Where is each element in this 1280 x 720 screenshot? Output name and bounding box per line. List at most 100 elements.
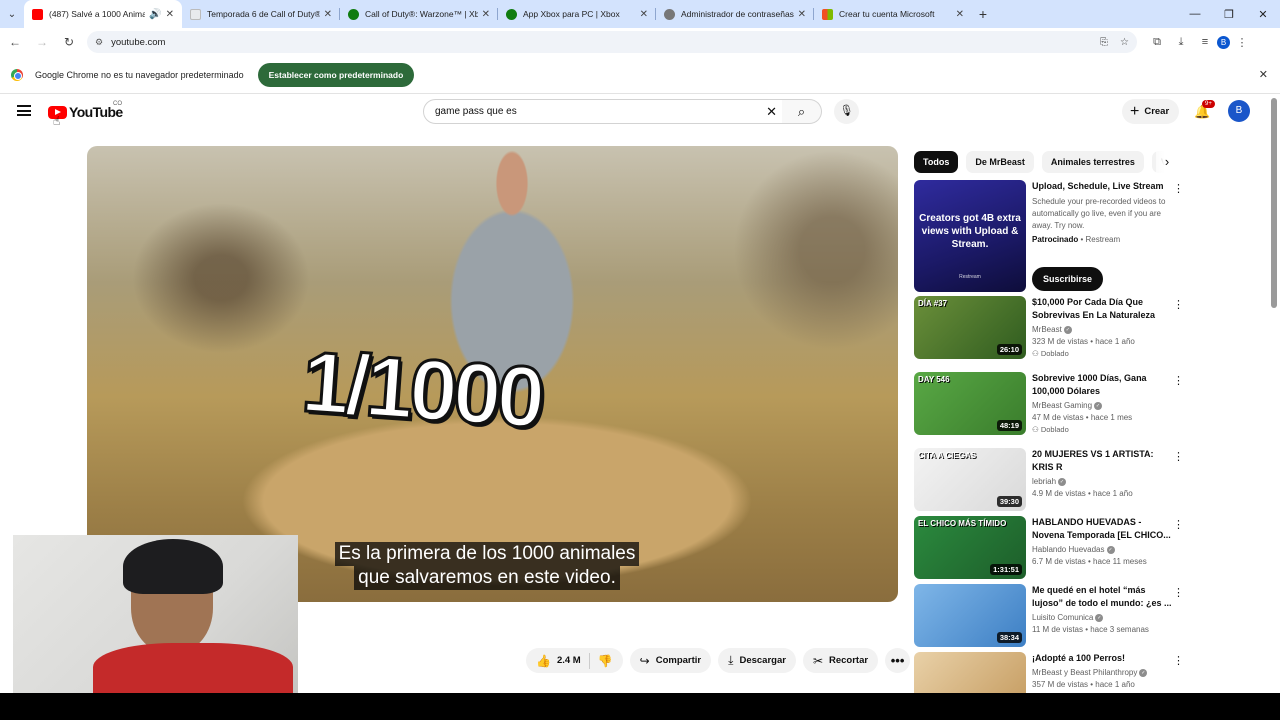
clip-button[interactable]: ✂ Recortar	[802, 648, 879, 673]
related-video-item[interactable]: DÍA #37 26:10 $10,000 Por Cada Día Que Sob…	[914, 296, 1194, 366]
verified-icon: ✓	[1094, 401, 1103, 410]
download-icon[interactable]: ⤓	[1169, 36, 1193, 49]
clear-search-icon[interactable]: ✕	[766, 104, 777, 120]
video-overlay-text: 1/1000	[297, 332, 545, 447]
video-title[interactable]: $10,000 Por Cada Día Que Sobrevivas En L…	[1032, 296, 1172, 322]
channel-line[interactable]: MrBeast Gaming ✓	[1032, 401, 1172, 410]
country-code: CO	[113, 101, 122, 107]
channel-line[interactable]: Luisito Comunica ✓	[1032, 613, 1172, 622]
more-actions-icon[interactable]: •••	[885, 648, 911, 673]
close-icon[interactable]: ✕	[640, 9, 648, 20]
browser-toolbar: ← → ↻ ⚙ youtube.com ⎘ ☆ ⧉ ⤓ ≡ B ⋮	[0, 28, 1280, 56]
ad-title[interactable]: Upload, Schedule, Live Stream	[1032, 180, 1172, 193]
media-control-icon[interactable]: ≡	[1193, 36, 1217, 48]
channel-name[interactable]: lebriah	[1032, 477, 1056, 486]
search-input[interactable]: game pass que es ✕	[423, 99, 784, 124]
channel-name[interactable]: MrBeast Gaming	[1032, 401, 1092, 410]
sponsored-item[interactable]: Creators got 4B extra views with Upload …	[914, 180, 1194, 295]
related-video-item[interactable]: EL CHICO MÁS TÍMIDO 1:31:51 HABLANDO HUEVA…	[914, 516, 1194, 586]
speaker-icon[interactable]: 🔊	[149, 9, 161, 20]
create-button[interactable]: + Crear	[1122, 99, 1180, 124]
close-icon[interactable]: ✕	[166, 9, 174, 20]
voice-search-icon[interactable]: 🎙	[834, 99, 859, 124]
duration-badge: 38:34	[996, 632, 1022, 643]
video-thumbnail[interactable]: EL CHICO MÁS TÍMIDO 1:31:51	[914, 516, 1026, 579]
menu-hamburger-icon[interactable]	[17, 105, 31, 116]
tab-passwords[interactable]: Administrador de contraseñas ✕	[656, 0, 814, 28]
video-thumbnail[interactable]	[914, 652, 1026, 693]
forward-icon[interactable]: →	[30, 35, 54, 49]
tab-search-icon[interactable]: ⌄	[0, 0, 24, 28]
tab-youtube[interactable]: (487) Salvé a 1000 Animales 🔊 ✕	[24, 0, 182, 28]
new-tab-button[interactable]: +	[972, 6, 994, 22]
site-info-icon[interactable]: ⚙	[95, 37, 103, 48]
channel-line[interactable]: lebriah ✓	[1032, 477, 1172, 486]
menu-kebab-icon[interactable]: ⋮	[1230, 36, 1254, 49]
more-options-icon[interactable]: ⋮	[1173, 518, 1184, 531]
address-bar[interactable]: ⚙ youtube.com ⎘ ☆	[87, 31, 1137, 53]
tab-xbox-app[interactable]: App Xbox para PC | Xbox ✕	[498, 0, 656, 28]
related-video-item[interactable]: 38:34 Me quedé en el hotel “más lujoso” d…	[914, 584, 1194, 654]
tab-microsoft[interactable]: Crear tu cuenta Microsoft ✕	[814, 0, 972, 28]
video-thumbnail[interactable]: DÍA #37 26:10	[914, 296, 1026, 359]
video-title[interactable]: Sobrevive 1000 Días, Gana 100,000 Dólare…	[1032, 372, 1172, 398]
install-app-icon[interactable]: ⎘	[1100, 37, 1108, 48]
ad-thumbnail[interactable]: Creators got 4B extra views with Upload …	[914, 180, 1026, 292]
close-window-icon[interactable]: ✕	[1246, 8, 1280, 21]
more-options-icon[interactable]: ⋮	[1173, 298, 1184, 311]
video-thumbnail[interactable]: DAY 546 48:19	[914, 372, 1026, 435]
reload-icon[interactable]: ↻	[57, 35, 81, 49]
chip-all[interactable]: Todos	[914, 151, 959, 173]
profile-avatar[interactable]: B	[1217, 35, 1230, 49]
dislike-icon[interactable]: 👎	[598, 654, 623, 668]
extensions-icon[interactable]: ⧉	[1145, 36, 1169, 49]
channel-name[interactable]: Hablando Huevadas	[1032, 545, 1105, 554]
more-options-icon[interactable]: ⋮	[1173, 654, 1184, 667]
related-video-item[interactable]: DAY 546 48:19 Sobrevive 1000 Días, Gana 10…	[914, 372, 1194, 442]
video-thumbnail[interactable]: CITA A CIEGAS 39:30	[914, 448, 1026, 511]
related-video-item[interactable]: ¡Adopté a 100 Perros! MrBeast y Beast Phi…	[914, 652, 1194, 693]
caption-line: que salvaremos en este video.	[354, 566, 620, 590]
close-icon[interactable]: ✕	[324, 9, 332, 20]
channel-name[interactable]: MrBeast y Beast Philanthropy	[1032, 668, 1137, 677]
tab-warzone[interactable]: Call of Duty®: Warzone™ | Xbox ✕	[340, 0, 498, 28]
chip-land-animals[interactable]: Animales terrestres	[1041, 151, 1144, 173]
restore-icon[interactable]: ❐	[1212, 8, 1246, 21]
more-options-icon[interactable]: ⋮	[1173, 450, 1184, 463]
like-count[interactable]: 2.4 M	[557, 655, 581, 666]
channel-name[interactable]: Luisito Comunica	[1032, 613, 1093, 622]
channel-line[interactable]: MrBeast y Beast Philanthropy ✓	[1032, 668, 1172, 677]
video-title[interactable]: Me quedé en el hotel “más lujoso” de tod…	[1032, 584, 1172, 610]
video-title[interactable]: HABLANDO HUEVADAS - Novena Temporada [EL…	[1032, 516, 1172, 542]
share-button[interactable]: ↪ Compartir	[629, 648, 712, 673]
back-icon[interactable]: ←	[3, 35, 27, 49]
channel-line[interactable]: Hablando Huevadas ✓	[1032, 545, 1172, 554]
close-icon[interactable]: ✕	[956, 9, 964, 20]
set-default-button[interactable]: Establecer como predeterminado	[257, 62, 415, 87]
bookmark-star-icon[interactable]: ☆	[1120, 37, 1129, 48]
video-player[interactable]: 1/1000 Es la primera de los 1000 animale…	[87, 146, 898, 602]
subscribe-button[interactable]: Suscribirse	[1032, 267, 1104, 291]
download-button[interactable]: ⤓ Descargar	[718, 648, 796, 673]
close-icon[interactable]: ✕	[798, 9, 806, 20]
account-avatar[interactable]: B	[1228, 100, 1250, 122]
close-icon[interactable]: ✕	[482, 9, 490, 20]
tab-cod-season[interactable]: Temporada 6 de Call of Duty®: ✕	[182, 0, 340, 28]
close-icon[interactable]: ✕	[1259, 68, 1268, 81]
chip-from-mrbeast[interactable]: De MrBeast	[966, 151, 1034, 173]
search-button[interactable]: ⌕	[782, 99, 822, 124]
video-title[interactable]: 20 MUJERES VS 1 ARTISTA: KRIS R	[1032, 448, 1172, 474]
tab-title: Call of Duty®: Warzone™ | Xbox	[365, 9, 478, 19]
more-options-icon[interactable]: ⋮	[1173, 586, 1184, 599]
like-icon[interactable]: 👍	[536, 654, 551, 668]
related-video-item[interactable]: CITA A CIEGAS 39:30 20 MUJERES VS 1 ARTIST…	[914, 448, 1194, 518]
channel-line[interactable]: MrBeast ✓	[1032, 325, 1172, 334]
channel-name[interactable]: MrBeast	[1032, 325, 1062, 334]
more-options-icon[interactable]: ⋮	[1173, 374, 1184, 387]
video-thumbnail[interactable]: 38:34	[914, 584, 1026, 647]
minimize-icon[interactable]: —	[1178, 8, 1212, 20]
chevron-right-icon[interactable]: ›	[1156, 151, 1178, 173]
page-scrollbar[interactable]	[1271, 98, 1277, 308]
video-title[interactable]: ¡Adopté a 100 Perros!	[1032, 652, 1172, 665]
more-options-icon[interactable]: ⋮	[1173, 182, 1184, 195]
